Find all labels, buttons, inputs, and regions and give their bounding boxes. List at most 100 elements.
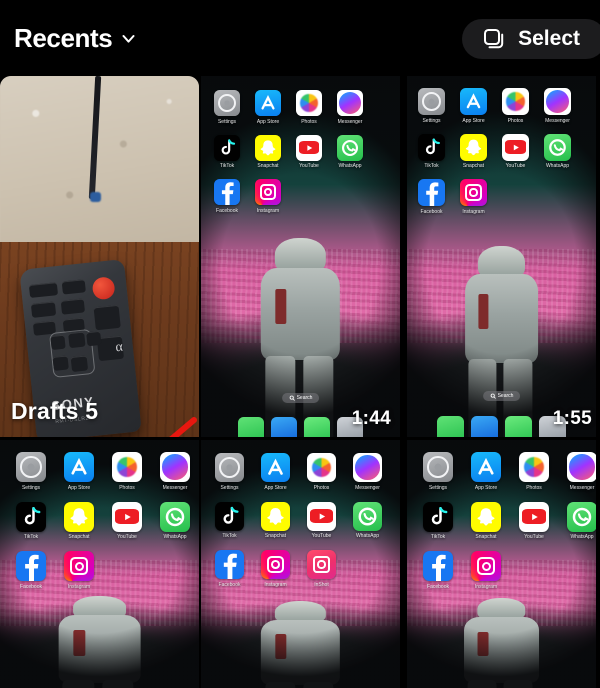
app-icon-instagram[interactable]: Instagram [64,551,94,590]
app-label: WhatsApp [163,534,187,540]
app-icon-photos[interactable]: Photos [112,452,142,491]
app-label: Photos [313,484,330,491]
app-icon-youtube[interactable]: YouTube [112,501,142,540]
alpha-symbol: α [114,339,124,355]
app-icon-messenger[interactable]: Messenger [337,90,363,125]
app-icon-tiktok[interactable]: TikTok [16,501,46,540]
app-label: App Store [462,117,485,124]
search-label: Search [296,395,313,401]
app-icon-settings[interactable]: Settings [16,452,46,491]
album-picker[interactable]: Recents [14,23,136,54]
iphone-home-screen-frame: Settings App Store Photos Messenger TikT… [201,76,400,437]
tiktok-icon [418,133,445,161]
app-icon-snapchat[interactable]: Snapchat [64,501,94,540]
facebook-icon [423,551,453,581]
app-label: App Store [256,118,280,125]
app-icon-messenger[interactable]: Messenger [544,88,571,124]
app-icon-facebook[interactable]: Facebook [423,551,453,590]
app-icon-youtube[interactable]: YouTube [502,133,529,169]
app-icon-app-store[interactable]: App Store [261,453,290,491]
app-icon-photos[interactable]: Photos [296,90,322,125]
app-label: Instagram [474,583,498,590]
instagram-icon [471,551,501,581]
app-icon-facebook[interactable]: Facebook [418,179,445,215]
youtube-icon [112,501,142,532]
app-icon-app-store[interactable]: App Store [471,452,501,491]
media-tile-drafts[interactable]: α SONY RMT-DSLR2 Drafts 5 [0,76,199,437]
youtube-icon [296,134,322,161]
app-icon-messenger[interactable]: Messenger [160,452,190,491]
app-icon-settings[interactable]: Settings [214,90,240,125]
app-label: Instagram [462,208,485,215]
media-tile-video-5[interactable]: Settings App Store Photos Messenger TikT… [402,440,600,688]
photos-icon [519,452,549,482]
whatsapp-icon [353,501,382,531]
app-icon-photos[interactable]: Photos [519,452,549,491]
app-icon-tiktok[interactable]: TikTok [214,134,240,169]
snapchat-icon [255,134,281,161]
app-icon-messenger[interactable]: Messenger [567,452,596,491]
app-icon-youtube[interactable]: YouTube [307,501,336,539]
whatsapp-icon [337,134,363,161]
iphone-home-screen-frame: Settings App Store Photos Messenger TikT… [407,76,596,437]
app-icon-tiktok[interactable]: TikTok [418,133,445,169]
media-tile-video-4[interactable]: Settings App Store Photos Messenger TikT… [201,440,400,688]
tripod-foot [89,191,101,202]
app-icon-settings[interactable]: Settings [418,88,445,124]
video-duration: 1:55 [552,408,592,429]
app-icon-photos[interactable]: Photos [307,453,336,491]
media-tile-video-2[interactable]: Settings App Store Photos Messenger TikT… [402,76,600,437]
app-icon-snapchat[interactable]: Snapchat [460,133,487,169]
app-icon-tiktok[interactable]: TikTok [423,501,453,540]
app-icon-settings[interactable]: Settings [215,453,244,491]
instagram-icon [255,179,281,205]
app-label: Facebook [218,581,241,588]
app-icon-facebook[interactable]: Facebook [214,179,240,214]
app-icon-facebook[interactable]: Facebook [16,551,46,590]
photo-sony-remote: α SONY RMT-DSLR2 [0,76,199,437]
app-icon-whatsapp[interactable]: WhatsApp [160,501,190,540]
app-icon-app-store[interactable]: App Store [64,452,94,491]
app-label: Settings [220,484,239,491]
app-icon-settings[interactable]: Settings [423,452,453,491]
app-icon-app-store[interactable]: App Store [255,90,281,125]
whatsapp-icon [544,133,571,161]
app-icon-snapchat[interactable]: Snapchat [255,134,281,169]
media-tile-video-1[interactable]: Settings App Store Photos Messenger TikT… [201,76,400,437]
app-icon-whatsapp[interactable]: WhatsApp [544,133,571,169]
app-icon-whatsapp[interactable]: WhatsApp [567,501,596,540]
app-label: Settings [428,484,448,491]
app-icon-whatsapp[interactable]: WhatsApp [353,501,382,539]
youtube-icon [307,501,336,531]
app-icon-app-store[interactable]: App Store [460,88,487,124]
app-icon-photos[interactable]: Photos [502,88,529,124]
app-icon-instagram[interactable]: Instagram [255,179,281,214]
chevron-down-icon[interactable] [121,31,136,46]
app-icon-youtube[interactable]: YouTube [296,134,322,169]
search-pill[interactable]: Search [482,391,521,401]
app-icon-whatsapp[interactable]: WhatsApp [337,134,363,169]
app-icon-instagram[interactable]: Instagram [261,550,290,588]
safari-icon [471,416,498,437]
select-button[interactable]: Select [462,19,600,59]
app-icon-snapchat[interactable]: Snapchat [261,501,290,539]
app-label: Instagram [264,581,287,588]
media-tile-video-3[interactable]: Settings App Store Photos Messenger TikT… [0,440,199,688]
app-icon-tiktok[interactable]: TikTok [215,501,244,539]
settings-icon [214,90,240,116]
app-icon-grid: Settings App Store Photos Messenger TikT… [407,440,596,590]
settings-icon [418,88,445,115]
app-label: Messenger [162,484,188,491]
app-icon-facebook[interactable]: Facebook [215,550,244,588]
app-icon-messenger[interactable]: Messenger [353,453,382,491]
app-icon-inshot[interactable]: InShot [307,550,336,588]
app-icon-instagram[interactable]: Instagram [471,551,501,590]
whatsapp-icon [567,501,596,532]
app-icon-youtube[interactable]: YouTube [519,501,549,540]
app-label: TikTok [23,534,39,540]
app-icon-instagram[interactable]: Instagram [460,179,487,215]
search-pill[interactable]: Search [281,393,320,403]
app-store-icon [471,452,501,482]
app-label: YouTube [311,533,332,539]
app-icon-snapchat[interactable]: Snapchat [471,501,501,540]
